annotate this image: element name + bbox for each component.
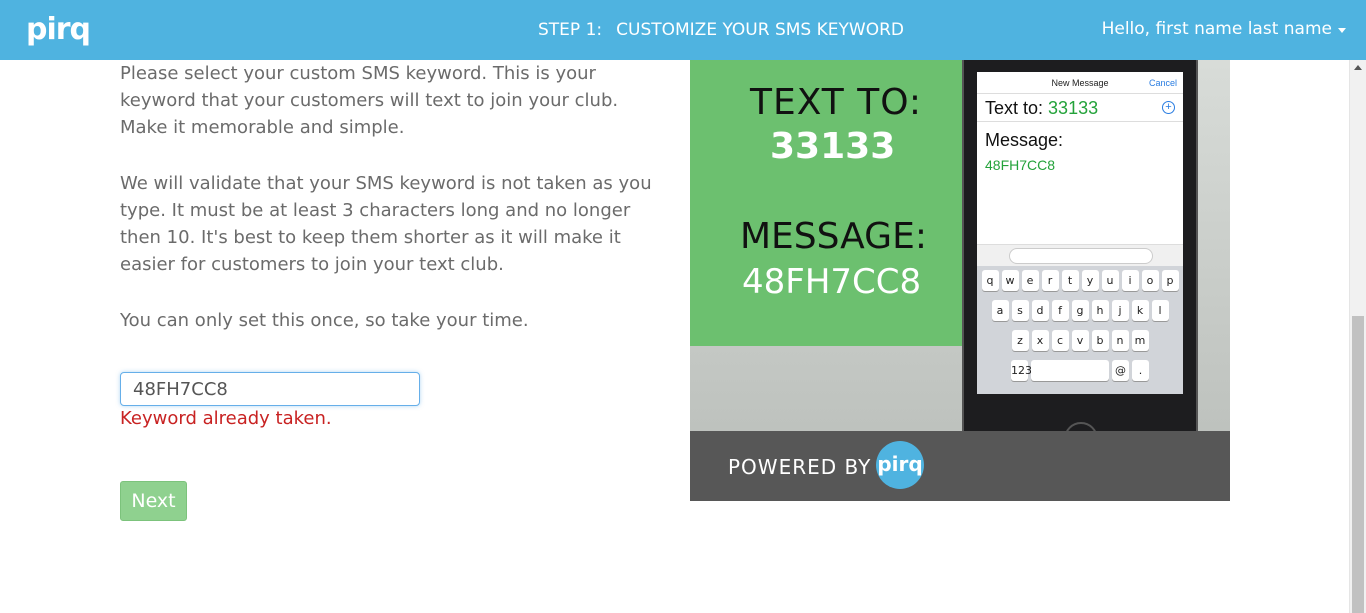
keyboard-key: h <box>1091 300 1109 321</box>
keyboard-row: qwertyuiop <box>979 270 1181 291</box>
keyboard-key: c <box>1051 330 1069 351</box>
phone-to-label: Text to: <box>985 98 1044 118</box>
keyboard-key: q <box>981 270 999 291</box>
key-123: 123 <box>1011 360 1032 381</box>
instruction-paragraph-2: We will validate that your SMS keyword i… <box>120 173 652 275</box>
keyboard-key: b <box>1091 330 1109 351</box>
keyboard-key: s <box>1011 300 1029 321</box>
keyboard-key: t <box>1061 270 1079 291</box>
user-greeting: Hello, first name last name <box>1101 19 1332 39</box>
keyboard-key: r <box>1041 270 1059 291</box>
promo-message-label: MESSAGE: <box>740 216 927 257</box>
keyboard-key: z <box>1011 330 1029 351</box>
instructions: Please select your custom SMS keyword. T… <box>120 60 665 363</box>
keyword-input[interactable] <box>120 372 420 406</box>
keyboard-key: l <box>1151 300 1169 321</box>
keyboard-key: o <box>1141 270 1159 291</box>
error-message: Keyword already taken. <box>120 408 332 429</box>
promo-text-to-label: TEXT TO: <box>750 82 923 123</box>
keyboard-key: g <box>1071 300 1089 321</box>
phone-compose-box <box>1009 248 1153 264</box>
promo-image: TEXT TO: 33133 MESSAGE: 48FH7CC8 New Mes… <box>690 60 1230 501</box>
keyboard-key: u <box>1101 270 1119 291</box>
keyboard-key: m <box>1131 330 1149 351</box>
keyboard-key: p <box>1161 270 1179 291</box>
keyboard-key: e <box>1021 270 1039 291</box>
promo-green-panel: TEXT TO: 33133 MESSAGE: 48FH7CC8 <box>690 60 990 346</box>
phone-message-area: Message: 48FH7CC8 <box>977 122 1183 181</box>
keyboard-key: w <box>1001 270 1019 291</box>
promo-shortcode: 33133 <box>770 126 896 167</box>
top-navbar: pirq STEP 1: CUSTOMIZE YOUR SMS KEYWORD H… <box>0 0 1366 60</box>
phone-to-number: 33133 <box>1048 98 1099 118</box>
phone-title-bar: New Message Cancel <box>977 72 1183 94</box>
key-dot: . <box>1132 360 1149 381</box>
scroll-thumb[interactable] <box>1352 316 1364 613</box>
key-space <box>1031 360 1109 381</box>
phone-message-label: Message: <box>985 130 1064 150</box>
powered-by-text: POWERED BY <box>728 455 872 479</box>
phone-keyboard: qwertyuiop asdfghjkl zxcvbnm 123 @ . <box>977 266 1183 394</box>
instruction-paragraph-3: You can only set this once, so take your… <box>120 310 529 331</box>
phone-title: New Message <box>1051 78 1109 88</box>
keyboard-key: d <box>1031 300 1049 321</box>
phone-to-row: Text to: 33133 + <box>977 94 1183 122</box>
keyboard-key: v <box>1071 330 1089 351</box>
phone-cancel: Cancel <box>1148 78 1177 88</box>
pirq-badge-logo: pirq <box>876 441 924 489</box>
pirq-logo[interactable]: pirq <box>26 12 91 47</box>
phone-illustration: New Message Cancel Text to: 33133 + Mess… <box>962 60 1198 470</box>
keyboard-key: n <box>1111 330 1129 351</box>
instruction-paragraph-1: Please select your custom SMS keyword. T… <box>120 63 619 138</box>
step-title: CUSTOMIZE YOUR SMS KEYWORD <box>616 20 904 40</box>
keyboard-row: zxcvbnm <box>979 330 1181 351</box>
keyboard-row: asdfghjkl <box>979 300 1181 321</box>
powered-by-bar: POWERED BY pirq <box>690 431 1230 501</box>
phone-screen: New Message Cancel Text to: 33133 + Mess… <box>977 72 1183 394</box>
keyboard-key: i <box>1121 270 1139 291</box>
keyboard-key: j <box>1111 300 1129 321</box>
keyboard-key: a <box>991 300 1009 321</box>
chevron-down-icon <box>1338 28 1346 33</box>
step-label: STEP 1: <box>538 20 603 40</box>
keyboard-key: f <box>1051 300 1069 321</box>
user-menu[interactable]: Hello, first name last name <box>1102 19 1346 39</box>
plus-icon: + <box>1162 101 1175 114</box>
next-button[interactable]: Next <box>120 481 187 521</box>
phone-compose-bar <box>977 244 1183 266</box>
phone-message-code: 48FH7CC8 <box>985 157 1056 173</box>
keyboard-key: y <box>1081 270 1099 291</box>
scroll-up-arrow-icon[interactable] <box>1354 65 1362 70</box>
step-heading: STEP 1: CUSTOMIZE YOUR SMS KEYWORD <box>538 20 904 40</box>
promo-message-value: 48FH7CC8 <box>742 262 922 302</box>
keyboard-key: k <box>1131 300 1149 321</box>
page-scrollbar[interactable] <box>1349 60 1366 613</box>
key-at: @ <box>1112 360 1129 381</box>
keyboard-row: 123 @ . <box>979 360 1181 381</box>
keyboard-key: x <box>1031 330 1049 351</box>
